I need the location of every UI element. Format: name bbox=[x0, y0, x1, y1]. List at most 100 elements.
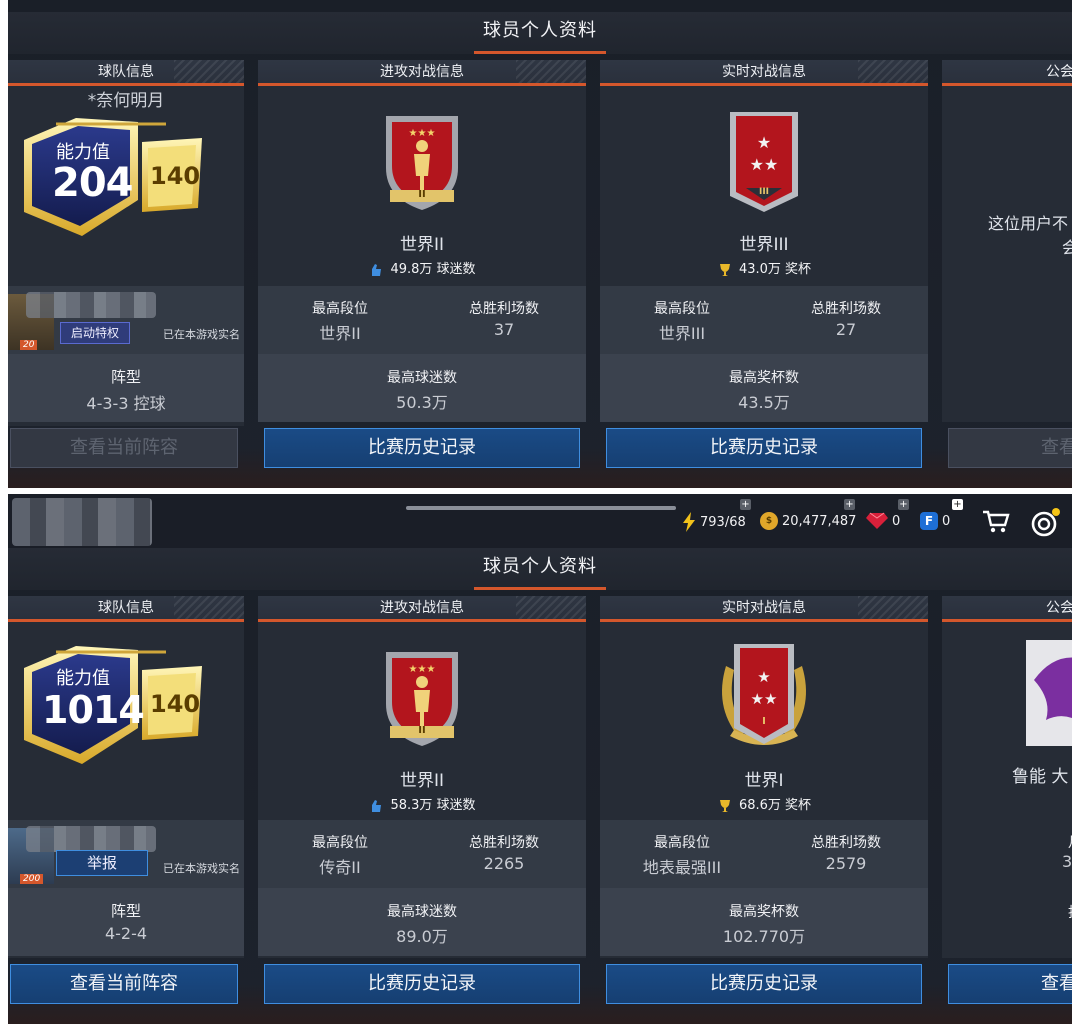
attack-wins-value: 2265 bbox=[483, 854, 525, 873]
guild-logo bbox=[1026, 640, 1072, 746]
team-info-header: 球队信息 bbox=[8, 60, 244, 86]
report-button[interactable]: 举报 bbox=[56, 850, 148, 876]
view-lineup-button[interactable]: 查看当前阵容 bbox=[10, 428, 238, 468]
energy-resource[interactable]: + 793/68 bbox=[682, 499, 751, 532]
live-history-button[interactable]: 比赛历史记录 bbox=[606, 964, 922, 1004]
guild-partial-1: 月 bbox=[1068, 832, 1072, 852]
page-title-bar: 球员个人资料 bbox=[8, 12, 1072, 54]
live-trophy-label: 奖杯 bbox=[785, 798, 812, 813]
live-wins-label: 总胜利场数 bbox=[811, 301, 881, 317]
live-rank-crest-icon: ★ ★★ I bbox=[708, 636, 820, 752]
gems-value: 0 bbox=[892, 513, 901, 529]
formation-row: 阵型 4-3-3 控球 bbox=[8, 354, 244, 422]
attack-stats-row: 最高段位 世界II 总胜利场数 37 bbox=[258, 286, 586, 354]
fc-resource[interactable]: + F 0 bbox=[920, 499, 963, 530]
attack-peak-label: 最高球迷数 bbox=[387, 904, 457, 920]
gems-resource[interactable]: + 0 bbox=[866, 499, 909, 530]
attack-tier-name: 世界II bbox=[399, 771, 445, 791]
live-tier-name: 世界I bbox=[744, 771, 784, 791]
rating-badge: 能力值 204 140 bbox=[16, 112, 202, 240]
live-trophy-label: 奖杯 bbox=[785, 262, 812, 277]
attack-wins: 总胜利场数 37 bbox=[422, 298, 586, 339]
formation-value: 4-3-3 控球 bbox=[86, 394, 166, 413]
svg-text:★★★: ★★★ bbox=[409, 128, 436, 139]
trophy-icon bbox=[719, 799, 730, 812]
formation-row: 阵型 4-2-4 bbox=[8, 888, 244, 956]
team-info-panel: 球队信息 *奈何明月 能力值 204 140 20 启动特权 已在本游戏实名 阵… bbox=[8, 60, 244, 426]
attack-wins-label: 总胜利场数 bbox=[469, 301, 539, 317]
attack-battle-panel: 进攻对战信息 ★★★ II 世界II 58.3万 球迷数 最高段位 传奇II 总… bbox=[258, 596, 586, 958]
guild-view-button[interactable]: 查看 bbox=[948, 964, 1072, 1004]
live-best-rank: 最高段位 世界III bbox=[600, 298, 764, 344]
svg-text:★★: ★★ bbox=[751, 690, 778, 708]
live-peak-label: 最高奖杯数 bbox=[729, 370, 799, 386]
live-best-rank-value: 世界III bbox=[658, 324, 706, 343]
live-wins-label: 总胜利场数 bbox=[811, 835, 881, 851]
attack-peak-value: 89.0万 bbox=[396, 927, 448, 946]
attack-best-rank: 最高段位 世界II bbox=[258, 298, 422, 344]
fans-icon bbox=[372, 263, 382, 276]
guild-view-button[interactable]: 查看 bbox=[948, 428, 1072, 468]
attack-rank-crest-icon: ★★★ II bbox=[380, 646, 464, 748]
coins-resource[interactable]: + $ 20,477,487 bbox=[760, 499, 857, 530]
view-lineup-button[interactable]: 查看当前阵容 bbox=[10, 964, 238, 1004]
live-rank-crest-icon: ★ ★★ III bbox=[724, 108, 804, 216]
cart-icon[interactable] bbox=[982, 510, 1010, 534]
attack-history-button[interactable]: 比赛历史记录 bbox=[264, 964, 580, 1004]
privilege-tag[interactable]: 启动特权 bbox=[60, 322, 131, 344]
live-wins-value: 27 bbox=[835, 320, 857, 339]
coins-add-icon[interactable]: + bbox=[844, 499, 855, 510]
guild-header: 公会 bbox=[942, 596, 1072, 622]
guild-header: 公会 bbox=[942, 60, 1072, 86]
page-title: 球员个人资料 bbox=[483, 20, 597, 41]
attack-peak-row: 最高球迷数 89.0万 bbox=[258, 888, 586, 956]
club-name: *奈何明月 bbox=[87, 91, 165, 111]
player-level: 20 bbox=[20, 340, 38, 350]
blurred-username bbox=[26, 826, 156, 852]
coins-value: 20,477,487 bbox=[782, 513, 857, 529]
verified-text: 已在本游戏实名 bbox=[163, 862, 240, 875]
live-trophy-value: 68.6万 bbox=[738, 798, 781, 813]
live-peak-row: 最高奖杯数 102.770万 bbox=[600, 888, 928, 956]
title-underline bbox=[474, 587, 606, 590]
live-battle-header: 实时对战信息 bbox=[600, 60, 928, 86]
fc-add-icon[interactable]: + bbox=[952, 499, 963, 510]
card-value: 140 bbox=[150, 162, 201, 190]
live-trophy-value: 43.0万 bbox=[738, 262, 781, 277]
attack-peak-row: 最高球迷数 50.3万 bbox=[258, 354, 586, 422]
user-row: 200 举报 已在本游戏实名 bbox=[8, 820, 244, 888]
blurred-profile bbox=[12, 498, 152, 546]
attack-history-button[interactable]: 比赛历史记录 bbox=[264, 428, 580, 468]
energy-value: 793/68 bbox=[700, 514, 746, 530]
live-best-rank-label: 最高段位 bbox=[654, 835, 710, 851]
status-bar: + 793/68 + $ 20,477,487 + 0 + F 0 bbox=[8, 494, 1072, 550]
target-icon[interactable] bbox=[1030, 506, 1064, 538]
svg-text:★★: ★★ bbox=[750, 155, 779, 174]
rating-label: 能力值 bbox=[56, 668, 110, 689]
energy-add-icon[interactable]: + bbox=[740, 499, 751, 510]
page-title: 球员个人资料 bbox=[483, 556, 597, 577]
live-best-rank-label: 最高段位 bbox=[654, 301, 710, 317]
title-underline bbox=[474, 51, 606, 54]
live-peak-row: 最高奖杯数 43.5万 bbox=[600, 354, 928, 422]
team-info-header: 球队信息 bbox=[8, 596, 244, 622]
live-peak-value: 102.770万 bbox=[722, 927, 806, 946]
attack-rank-crest-icon: ★★★ II bbox=[380, 110, 464, 212]
live-stats-row: 最高段位 世界III 总胜利场数 27 bbox=[600, 286, 928, 354]
fans-icon bbox=[372, 799, 382, 812]
verified-text: 已在本游戏实名 bbox=[163, 328, 240, 341]
live-history-button[interactable]: 比赛历史记录 bbox=[606, 428, 922, 468]
live-wins: 总胜利场数 27 bbox=[764, 298, 928, 339]
svg-text:★: ★ bbox=[757, 668, 770, 686]
formation-label: 阵型 bbox=[110, 368, 141, 386]
user-row: 20 启动特权 已在本游戏实名 bbox=[8, 286, 244, 354]
team-info-panel: 球队信息 能力值 1014 140 200 举报 已在本游戏实名 阵型 4-2-… bbox=[8, 596, 244, 958]
live-trophy-line: 43.0万 奖杯 bbox=[600, 258, 928, 278]
attack-wins: 总胜利场数 2265 bbox=[422, 832, 586, 873]
guild-partial-2: 32 bbox=[1062, 852, 1072, 871]
gems-add-icon[interactable]: + bbox=[898, 499, 909, 510]
live-stats-row: 最高段位 地表最强III 总胜利场数 2579 bbox=[600, 820, 928, 888]
attack-wins-value: 37 bbox=[493, 320, 515, 339]
attack-crest-numeral: II bbox=[418, 725, 426, 736]
rating-value: 1014 bbox=[42, 688, 145, 732]
